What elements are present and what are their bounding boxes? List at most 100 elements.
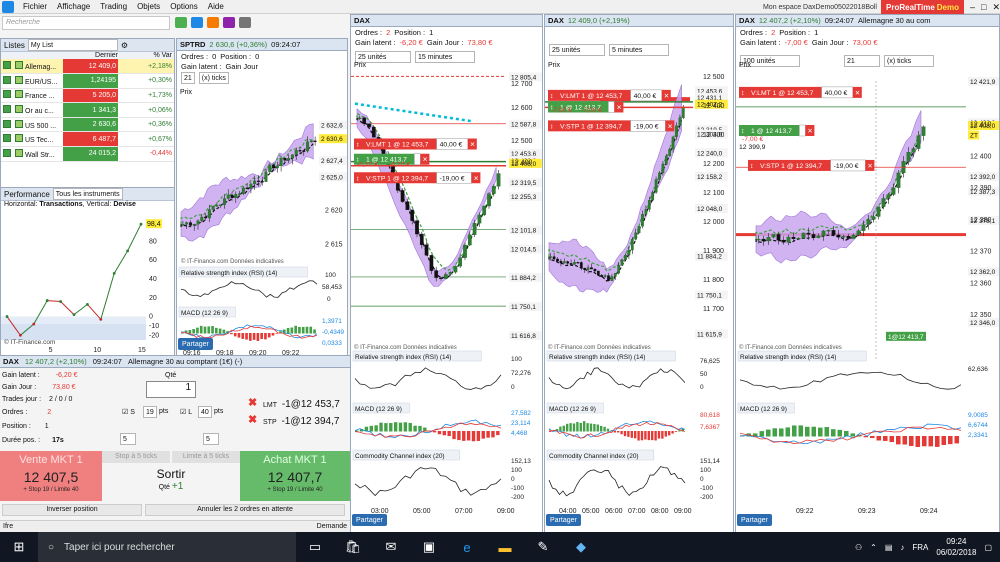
watchlist-row[interactable]: Wall Str... 24 015,2 -0,44% <box>1 146 174 162</box>
chart1-canvas[interactable]: Prix↕ V:LMT 1 @ 12 453,7 40,00 € ✕↕ 1 @ 12 4… <box>351 61 542 521</box>
limit-5-ticks-button[interactable]: Limite à 5 ticks <box>172 451 240 463</box>
status-right: Demande <box>316 523 347 530</box>
volume-icon[interactable]: ♪ <box>900 543 904 552</box>
candle <box>260 181 264 183</box>
chart-icon[interactable] <box>15 105 23 114</box>
clock[interactable]: 09:24 06/02/2018 <box>936 536 976 558</box>
menu-aide[interactable]: Aide <box>203 2 229 11</box>
cancel-lmt-icon[interactable]: ✖ <box>248 396 257 409</box>
stop-checkbox[interactable]: ☑ S <box>122 408 135 416</box>
news-icon[interactable] <box>223 17 235 28</box>
notifications-icon[interactable]: ▢ <box>984 543 992 552</box>
tab-listes[interactable]: Listes <box>4 41 25 50</box>
stp-order[interactable]: STP -1@12 394,7 <box>263 416 339 427</box>
chart-icon[interactable] <box>15 61 23 70</box>
limit-checkbox[interactable]: ☑ L <box>180 408 192 416</box>
sell-button[interactable]: Vente MKT 1 12 407,5 + Stop 19 / Limite … <box>0 451 102 501</box>
add-icon[interactable] <box>3 90 11 99</box>
chart3-canvas[interactable]: Prix ↕ V:LMT 1 @ 12 453,7 40,00 € ✕ ↕ 1 @ 12 4… <box>736 61 999 521</box>
menu-affichage[interactable]: Affichage <box>52 2 95 11</box>
menu-objets[interactable]: Objets <box>132 2 165 11</box>
chart2-share-button[interactable]: Partager <box>546 514 581 526</box>
add-icon[interactable] <box>3 75 11 84</box>
watchlist-row[interactable]: Or au c... 1 341,3 +0,06% <box>1 102 174 118</box>
sptrd-ticks-unit[interactable]: (x) ticks <box>198 72 229 84</box>
screener-icon[interactable] <box>191 17 203 28</box>
mail-icon[interactable]: ✉ <box>372 532 410 562</box>
chart-icon[interactable] <box>15 134 23 143</box>
candle <box>664 155 668 165</box>
store-icon[interactable]: 🛍 <box>334 532 372 562</box>
add-icon[interactable] <box>3 61 11 70</box>
new-chart-icon[interactable] <box>175 17 187 28</box>
workspace-name[interactable]: Mon espace DaxDemo05022018Boll <box>763 4 877 11</box>
chart-icon[interactable] <box>15 75 23 84</box>
qty-input[interactable]: 1 <box>146 381 196 398</box>
chart2-units-select[interactable]: 25 unités <box>549 44 605 56</box>
limit-points-input[interactable]: 40 <box>198 406 212 418</box>
menu-options[interactable]: Options <box>165 2 203 11</box>
chart2-timeframe-select[interactable]: 5 minutes <box>609 44 669 56</box>
col-var[interactable]: % Var <box>118 52 174 59</box>
macd-histogram-bar <box>941 436 947 446</box>
macd-histogram-bar <box>640 431 644 441</box>
sptrd-position-value: 0 <box>255 51 260 61</box>
candle <box>279 157 283 166</box>
close-icon[interactable]: ✕ <box>992 2 1000 13</box>
photos-icon[interactable]: ▣ <box>410 532 448 562</box>
performance-scope[interactable]: Tous les instruments <box>52 188 123 200</box>
chart1-share-button[interactable]: Partager <box>352 514 387 526</box>
menu-trading[interactable]: Trading <box>95 2 132 11</box>
watchlist-row[interactable]: US Tec... 6 487,7 +0,67% <box>1 131 174 148</box>
watchlist-row[interactable]: EUR/US... 1,24195 +0,30% <box>1 73 174 89</box>
add-icon[interactable] <box>3 148 11 157</box>
spin-b[interactable]: 5 <box>203 433 219 445</box>
task-view-icon[interactable]: ▭ <box>296 532 334 562</box>
chart2-canvas[interactable]: Prix↕ V:LMT 1 @ 12 453,7 40,00 € ✕↕ 1 @ 12 4… <box>545 61 733 521</box>
spin-a[interactable]: 5 <box>120 433 136 445</box>
stop-5-ticks-button[interactable]: Stop à 5 ticks <box>102 451 170 463</box>
settings-icon[interactable] <box>239 17 251 28</box>
add-icon[interactable] <box>3 105 11 114</box>
stop-points-input[interactable]: 19 <box>143 406 157 418</box>
chart-icon[interactable] <box>15 119 23 128</box>
add-icon[interactable] <box>3 119 11 128</box>
cancel-orders-button[interactable]: Annuler les 2 ordres en attente <box>145 504 345 516</box>
sptrd-share-button[interactable]: Partager <box>178 338 213 350</box>
buy-button[interactable]: Achat MKT 1 12 407,7 + Stop 19 / Limite … <box>240 451 350 501</box>
watchlist-row[interactable]: US 500 ... 2 630,6 +0,36% <box>1 117 174 133</box>
exit-button[interactable]: Sortir Qté +1 <box>102 463 240 501</box>
candle <box>573 262 576 265</box>
edge-icon[interactable]: e <box>448 532 486 562</box>
chart2-prix-label: Prix <box>548 62 561 69</box>
watchlist-row[interactable]: Allemag... 12 409,0 +2,18% <box>1 59 174 75</box>
minimize-icon[interactable]: – <box>970 2 975 13</box>
menu-fichier[interactable]: Fichier <box>18 2 52 11</box>
lmt-order[interactable]: LMT -1@12 453,7 <box>263 399 340 410</box>
macd-histogram-bar <box>922 436 927 447</box>
add-icon[interactable] <box>3 134 11 143</box>
col-dernier[interactable]: Dernier <box>63 52 118 59</box>
explorer-icon[interactable]: ▬ <box>486 532 524 562</box>
list-select[interactable]: My List <box>27 39 118 51</box>
cancel-stp-icon[interactable]: ✖ <box>248 413 257 426</box>
paint-icon[interactable]: ✎ <box>524 532 562 562</box>
sptrd-ticks-count[interactable]: 21 <box>181 72 195 84</box>
alert-icon[interactable] <box>207 17 219 28</box>
watchlist-row[interactable]: France ... 5 205,0 +1,73% <box>1 88 174 104</box>
list-settings-icon[interactable]: ⚙ <box>121 41 128 50</box>
tray-up-icon[interactable]: ⌃ <box>870 543 877 552</box>
chart-icon[interactable] <box>15 148 23 157</box>
language-indicator[interactable]: FRA <box>912 543 928 552</box>
maximize-icon[interactable]: □ <box>981 2 986 13</box>
chart3-share-button[interactable]: Partager <box>737 514 772 526</box>
taskbar-search[interactable]: ○ Taper ici pour rechercher <box>38 532 296 562</box>
prorealtime-icon[interactable]: ◆ <box>562 532 600 562</box>
windows-start-icon[interactable]: ⊞ <box>0 532 38 562</box>
people-icon[interactable]: ⚇ <box>855 543 862 552</box>
search-input[interactable]: Recherche <box>2 16 170 30</box>
network-icon[interactable]: ▤ <box>885 543 893 552</box>
chart-icon[interactable] <box>15 90 23 99</box>
reverse-position-button[interactable]: Inverser position <box>2 504 142 516</box>
sptrd-price-chart[interactable]: Prix 2 632,6 2 630,6 2 627,4 2 625,0 2 620 2 6… <box>177 87 347 357</box>
